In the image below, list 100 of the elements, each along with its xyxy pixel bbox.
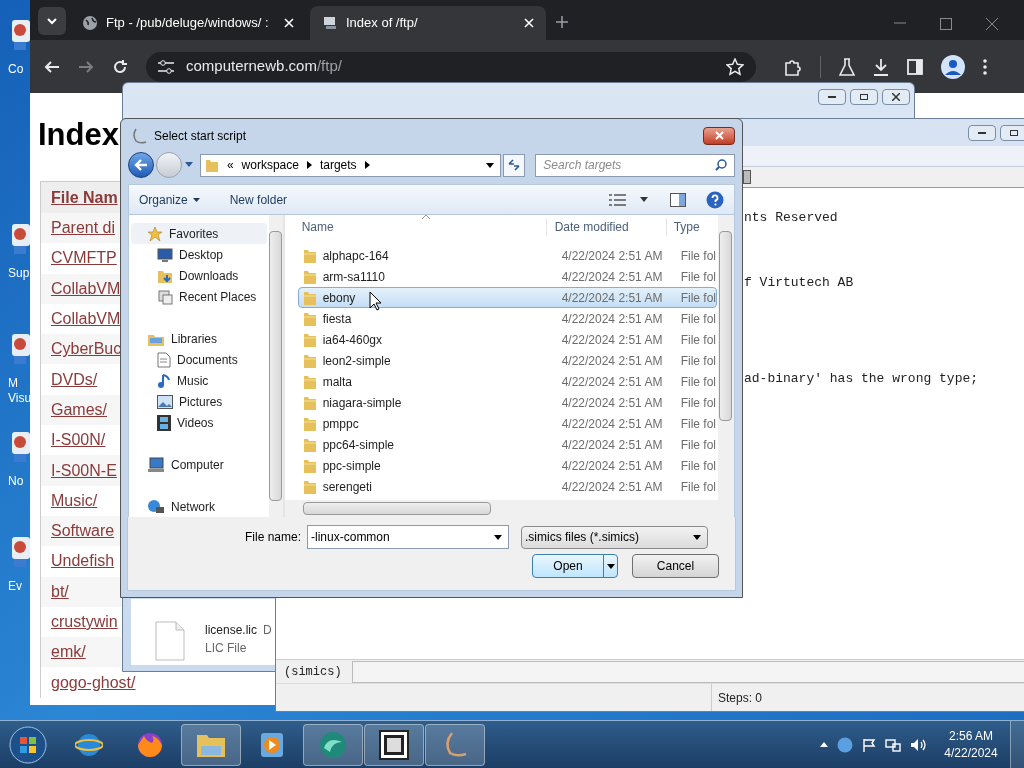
forward-icon[interactable] xyxy=(78,58,94,75)
maximize-icon[interactable] xyxy=(940,18,952,30)
chevron-right-icon[interactable] xyxy=(306,161,312,169)
organize-menu[interactable]: Organize xyxy=(139,190,200,209)
address-bar[interactable]: computernewb.com/ftp/ xyxy=(146,51,756,82)
close-button[interactable] xyxy=(703,126,735,145)
refresh-button[interactable] xyxy=(503,153,526,177)
nav-item[interactable]: Favorites xyxy=(131,223,267,244)
nav-item[interactable]: Pictures xyxy=(129,391,269,412)
show-desktop-button[interactable] xyxy=(1010,721,1024,768)
toolbar-icon[interactable] xyxy=(743,170,751,184)
tab-search-button[interactable] xyxy=(38,7,66,35)
file-link[interactable]: CVMFTP xyxy=(51,246,117,271)
restore-button[interactable] xyxy=(850,89,878,105)
puzzle-icon[interactable] xyxy=(784,57,802,76)
column-header[interactable]: Date modified xyxy=(545,217,666,236)
tray-circle-icon[interactable] xyxy=(837,736,853,753)
file-link[interactable]: emk/ xyxy=(51,640,86,665)
back-button[interactable] xyxy=(128,152,154,178)
network-icon[interactable] xyxy=(885,737,901,752)
close-button[interactable] xyxy=(882,89,910,105)
open-button[interactable]: Open xyxy=(532,554,618,578)
speaker-icon[interactable] xyxy=(910,737,926,752)
nav-item[interactable]: Videos xyxy=(129,412,269,433)
file-link[interactable]: Parent di xyxy=(51,216,116,241)
file-link[interactable]: Games/ xyxy=(51,397,107,422)
site-settings-icon[interactable] xyxy=(158,59,174,74)
chevron-right-icon[interactable] xyxy=(364,161,370,169)
clock[interactable]: 2:56 AM 4/22/2024 xyxy=(938,727,1004,762)
file-link[interactable]: I-S00N-E xyxy=(51,458,117,483)
new-folder-button[interactable]: New folder xyxy=(229,190,288,209)
bookmark-star-icon[interactable] xyxy=(726,57,744,76)
file-row[interactable]: fiesta 4/22/2024 2:51 AM File fol xyxy=(297,308,717,329)
flag-icon[interactable] xyxy=(862,737,876,752)
reload-icon[interactable] xyxy=(112,58,128,75)
search-field[interactable]: Search targets xyxy=(535,153,735,177)
file-row[interactable]: ppc-simple 4/22/2024 2:51 AM File fol xyxy=(297,455,717,476)
overflow-chevron[interactable]: « xyxy=(226,156,234,174)
cancel-button[interactable]: Cancel xyxy=(632,554,719,578)
restore-button[interactable] xyxy=(1000,125,1024,141)
file-row[interactable]: ia64-460gx 4/22/2024 2:51 AM File fol xyxy=(297,329,717,350)
file-row[interactable]: arm-sa1110 4/22/2024 2:51 AM File fol xyxy=(297,266,717,287)
column-header[interactable]: Name xyxy=(284,217,546,236)
nav-item[interactable]: Music xyxy=(129,370,269,391)
nav-item[interactable]: Recent Places xyxy=(129,286,269,307)
dropdown-arrow-icon[interactable] xyxy=(606,563,615,569)
profile-avatar-icon[interactable] xyxy=(941,54,965,79)
file-row[interactable]: alphapc-164 4/22/2024 2:51 AM File fol xyxy=(297,245,717,266)
scrollbar[interactable] xyxy=(284,500,734,517)
nav-item[interactable]: Network xyxy=(131,496,267,517)
dropdown-arrow-icon[interactable] xyxy=(486,162,495,168)
file-name[interactable]: license.lic xyxy=(205,621,258,639)
file-row[interactable]: ebony 4/22/2024 2:51 AM File fol xyxy=(297,287,717,308)
scrollbar[interactable] xyxy=(718,215,734,500)
shortcut-icon[interactable] xyxy=(10,430,30,464)
command-input[interactable] xyxy=(352,660,1024,683)
shortcut-icon[interactable] xyxy=(10,332,30,366)
dropdown-arrow-icon[interactable] xyxy=(640,197,648,202)
help-icon[interactable] xyxy=(706,190,724,209)
file-name-field[interactable]: -linux-common xyxy=(307,525,510,549)
file-row[interactable]: malta 4/22/2024 2:51 AM File fol xyxy=(297,371,717,392)
nav-item[interactable]: Documents xyxy=(129,349,269,370)
start-button[interactable] xyxy=(8,724,48,765)
file-row[interactable]: niagara-simple 4/22/2024 2:51 AM File fol xyxy=(297,392,717,413)
view-list-icon[interactable] xyxy=(609,193,626,206)
nav-item[interactable]: Desktop xyxy=(129,244,269,265)
show-hidden-icons-icon[interactable] xyxy=(820,742,828,747)
file-type-dropdown[interactable]: .simics files (*.simics) xyxy=(521,525,709,549)
column-header[interactable]: Type xyxy=(665,217,700,236)
browser-tab[interactable]: Index of /ftp/ xyxy=(310,6,546,40)
file-row[interactable]: serengeti 4/22/2024 2:51 AM File fol xyxy=(297,476,717,497)
file-link[interactable]: CyberBuc xyxy=(51,337,122,362)
column-header[interactable]: File Nam xyxy=(51,185,118,210)
breadcrumb-item[interactable]: targets xyxy=(319,156,357,174)
minimize-button[interactable] xyxy=(818,89,846,105)
file-link[interactable]: bt/ xyxy=(51,579,69,604)
new-tab-icon[interactable] xyxy=(556,16,568,28)
breadcrumb-item[interactable]: workspace xyxy=(241,156,299,174)
nav-item[interactable]: Downloads xyxy=(129,265,269,286)
scrollbar[interactable] xyxy=(268,215,283,517)
file-link[interactable]: Undefish xyxy=(51,549,115,574)
file-link[interactable]: gogo-ghost/ xyxy=(51,670,136,695)
file-row[interactable]: ppc64-simple 4/22/2024 2:51 AM File fol xyxy=(297,434,717,455)
flask-icon[interactable] xyxy=(839,57,855,76)
taskbar-button[interactable] xyxy=(364,723,424,766)
file-link[interactable]: CollabVM xyxy=(51,276,121,301)
file-link[interactable]: CollabVM xyxy=(51,307,121,332)
back-icon[interactable] xyxy=(44,58,60,75)
address-bar[interactable]: « workspace targets xyxy=(199,153,502,177)
shortcut-icon[interactable] xyxy=(10,222,30,256)
file-link[interactable]: I-S00N/ xyxy=(51,428,106,453)
nav-item[interactable]: Computer xyxy=(131,454,267,475)
download-icon[interactable] xyxy=(873,57,889,76)
menu-icon[interactable] xyxy=(983,58,987,75)
preview-pane-icon[interactable] xyxy=(670,192,686,207)
minimize-button[interactable] xyxy=(968,125,996,141)
file-row[interactable]: leon2-simple 4/22/2024 2:51 AM File fol xyxy=(297,350,717,371)
shortcut-icon[interactable] xyxy=(10,535,30,569)
file-link[interactable]: DVDs/ xyxy=(51,367,98,392)
file-row[interactable]: pmppc 4/22/2024 2:51 AM File fol xyxy=(297,413,717,434)
